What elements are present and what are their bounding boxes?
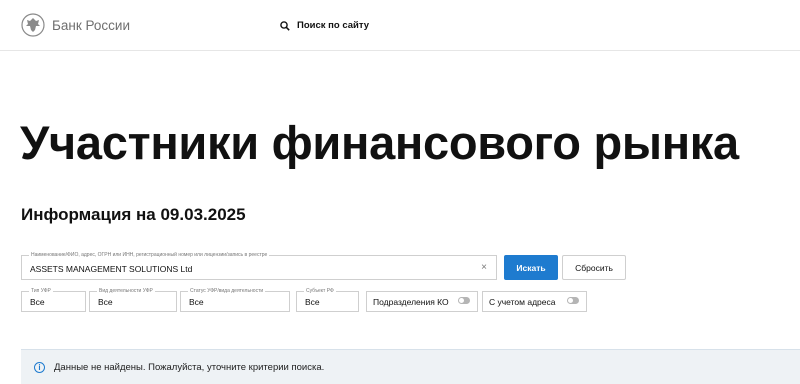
filter-status[interactable]: Статус УФР/вида деятельности Все — [180, 287, 290, 312]
filter-region-value: Все — [305, 297, 320, 307]
search-input[interactable]: Наименование/ФИО, адрес, ОГРН или ИНН, р… — [21, 251, 497, 280]
toggle-ko-divisions[interactable]: Подразделения КО — [366, 291, 478, 312]
page-title: Участники финансового рынка — [20, 116, 739, 169]
brand-name[interactable]: Банк России — [52, 18, 130, 33]
clear-icon[interactable]: × — [481, 262, 487, 273]
site-search-link[interactable]: Поиск по сайту — [280, 20, 369, 31]
filter-ufr-type-value: Все — [30, 297, 45, 307]
search-button[interactable]: Искать — [504, 255, 558, 280]
site-search-label: Поиск по сайту — [297, 20, 370, 31]
toggle-switch[interactable] — [567, 297, 579, 304]
filter-ufr-type[interactable]: Тип УФР Все — [21, 287, 86, 312]
filter-region-label: Субъект РФ — [304, 287, 336, 295]
toggle-address-label: С учетом адреса — [489, 296, 556, 307]
search-input-value[interactable]: ASSETS MANAGEMENT SOLUTIONS Ltd — [30, 264, 192, 274]
search-icon — [280, 20, 290, 31]
reset-button[interactable]: Сбросить — [562, 255, 626, 280]
info-icon: i — [34, 361, 45, 373]
filter-status-value: Все — [189, 297, 204, 307]
toggle-ko-divisions-label: Подразделения КО — [373, 296, 449, 307]
filter-activity-type[interactable]: Вид деятельности УФР Все — [89, 287, 177, 312]
no-results-alert: i Данные не найдены. Пожалуйста, уточнит… — [21, 349, 800, 384]
info-date-heading: Информация на 09.03.2025 — [21, 205, 246, 224]
alert-text: Данные не найдены. Пожалуйста, уточните … — [54, 361, 325, 373]
search-input-label: Наименование/ФИО, адрес, ОГРН или ИНН, р… — [29, 251, 270, 259]
toggle-switch[interactable] — [458, 297, 470, 304]
filter-status-label: Статус УФР/вида деятельности — [188, 287, 266, 295]
filter-activity-type-label: Вид деятельности УФР — [97, 287, 155, 295]
filter-activity-type-value: Все — [98, 297, 113, 307]
site-header: Банк России Поиск по сайту — [0, 0, 800, 51]
toggle-address[interactable]: С учетом адреса — [482, 291, 587, 312]
filter-ufr-type-label: Тип УФР — [29, 287, 53, 295]
filter-region[interactable]: Субъект РФ Все — [296, 287, 359, 312]
bank-eagle-logo-icon[interactable] — [21, 13, 45, 37]
